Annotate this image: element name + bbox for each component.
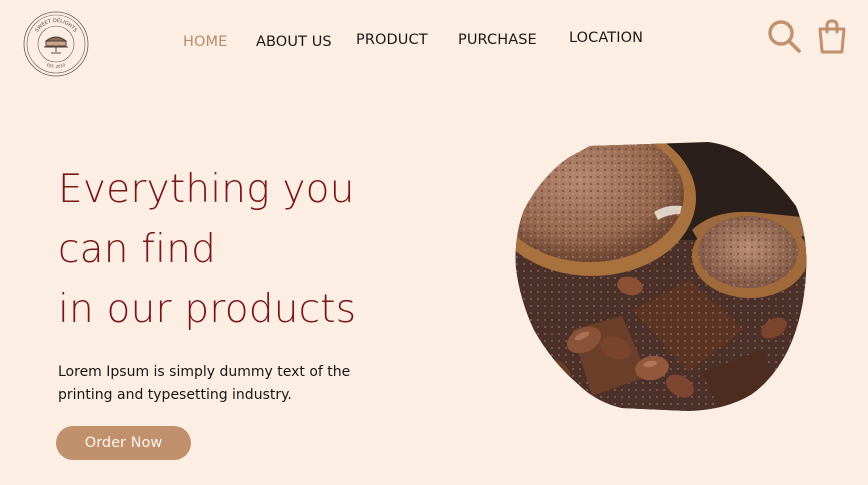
hero-title-line-1: Everything you	[58, 167, 355, 212]
hero-title-line-3: in our products	[58, 287, 357, 332]
order-now-button[interactable]: Order Now	[56, 426, 191, 460]
nav-about-us[interactable]: ABOUT US	[256, 34, 332, 50]
nav-purchase[interactable]: PURCHASE	[458, 32, 537, 48]
cocoa-chocolate-image	[515, 142, 807, 411]
hero-title: Everything you can find in our products	[58, 160, 356, 340]
landing-page: SWEET DELIGHTS EST. 2010 HOME ABOUT US P…	[0, 0, 868, 485]
brand-logo[interactable]: SWEET DELIGHTS EST. 2010	[23, 11, 89, 77]
hero-title-line-2: can find	[58, 227, 217, 272]
nav-home[interactable]: HOME	[183, 34, 227, 50]
hero-description: Lorem Ipsum is simply dummy text of the …	[58, 364, 351, 403]
nav-product[interactable]: PRODUCT	[356, 32, 428, 48]
search-icon[interactable]	[766, 18, 802, 54]
nav-location[interactable]: LOCATION	[569, 30, 643, 46]
shopping-bag-icon[interactable]	[816, 18, 848, 54]
